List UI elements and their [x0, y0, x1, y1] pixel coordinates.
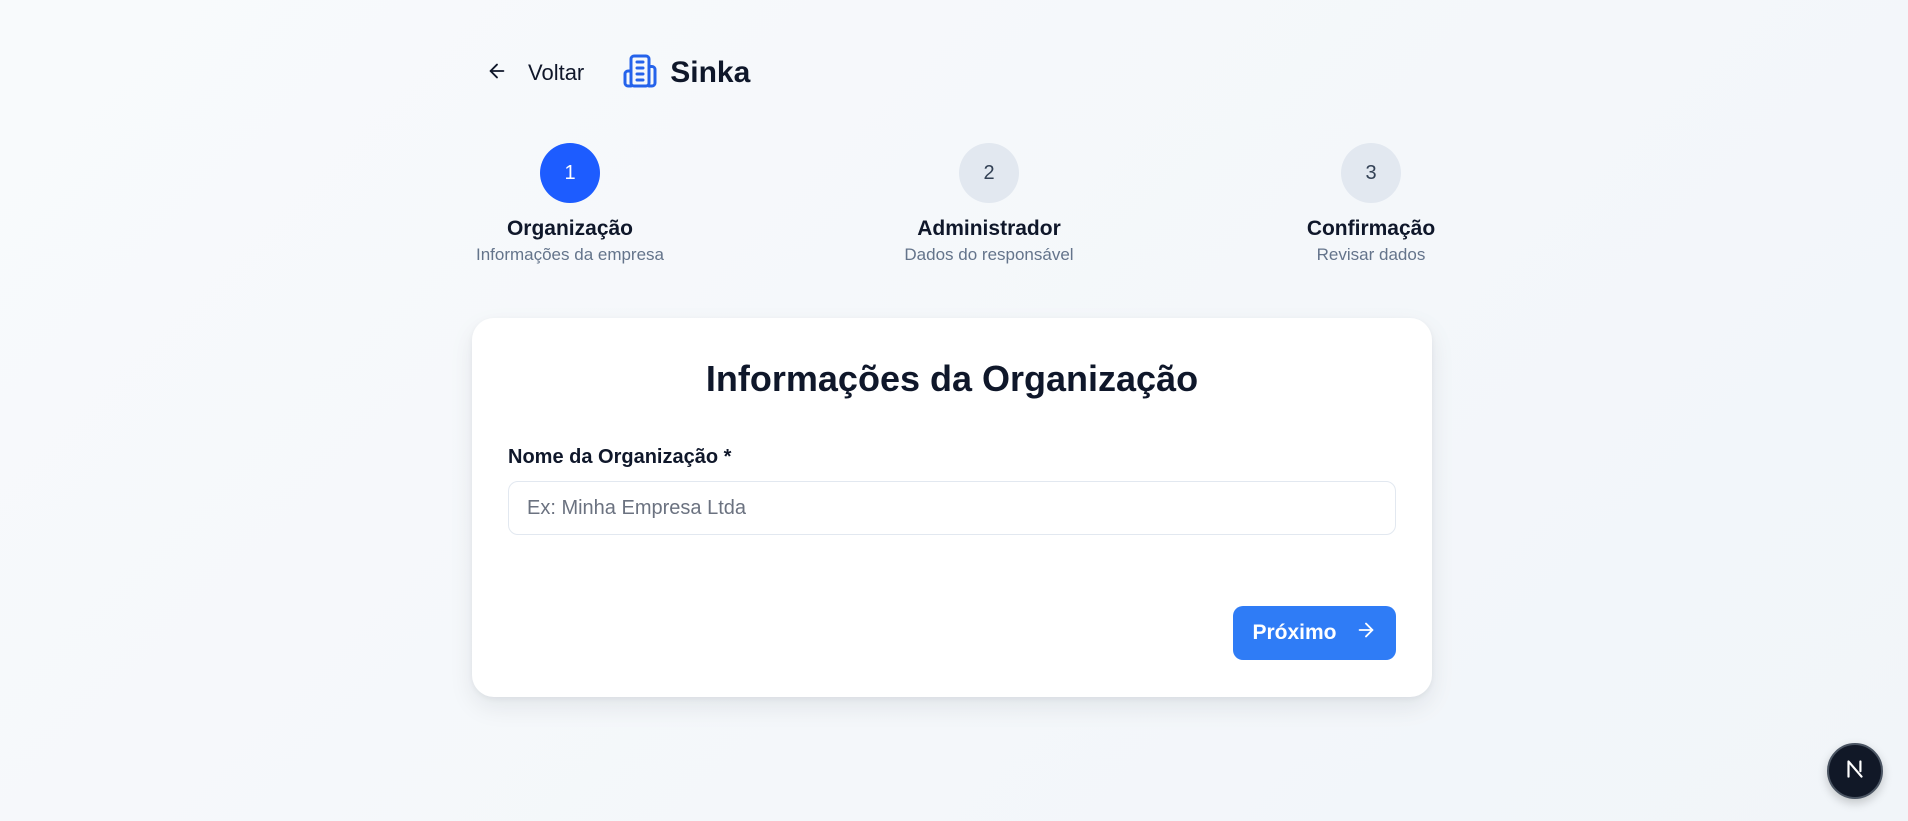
arrow-right-icon: [1355, 619, 1377, 647]
brand-name: Sinka: [670, 56, 751, 89]
next-button[interactable]: Próximo: [1233, 606, 1396, 660]
org-name-input[interactable]: [508, 481, 1396, 535]
step-number: 3: [1341, 143, 1401, 203]
step-subtitle: Dados do responsável: [904, 245, 1074, 264]
organization-form-card: Informações da Organização Nome da Organ…: [472, 318, 1432, 697]
step-confirmation: 3 Confirmação Revisar dados: [1241, 143, 1501, 265]
step-number: 1: [540, 143, 600, 203]
step-title: Organização: [506, 217, 634, 240]
back-label: Voltar: [528, 60, 585, 85]
header: Voltar Sinka: [472, 50, 750, 96]
form-title: Informações da Organização: [705, 358, 1199, 399]
org-name-label: Nome da Organização *: [508, 446, 732, 468]
step-subtitle: Revisar dados: [1316, 245, 1426, 264]
step-title: Confirmação: [1306, 217, 1436, 240]
nextjs-logo-icon: [1842, 756, 1868, 787]
step-title: Administrador: [917, 217, 1061, 240]
step-number: 2: [959, 143, 1019, 203]
next-button-label: Próximo: [1252, 621, 1337, 644]
stepper: 1 Organização Informações da empresa 2 A…: [0, 143, 1908, 273]
back-button[interactable]: Voltar: [472, 50, 598, 96]
nextjs-dev-badge[interactable]: [1827, 743, 1883, 799]
arrow-left-icon: [486, 60, 508, 87]
step-administrator: 2 Administrador Dados do responsável: [859, 143, 1119, 265]
step-organization: 1 Organização Informações da empresa: [440, 143, 700, 265]
brand: Sinka: [622, 53, 750, 94]
step-subtitle: Informações da empresa: [475, 245, 665, 264]
building-icon: [622, 53, 658, 94]
